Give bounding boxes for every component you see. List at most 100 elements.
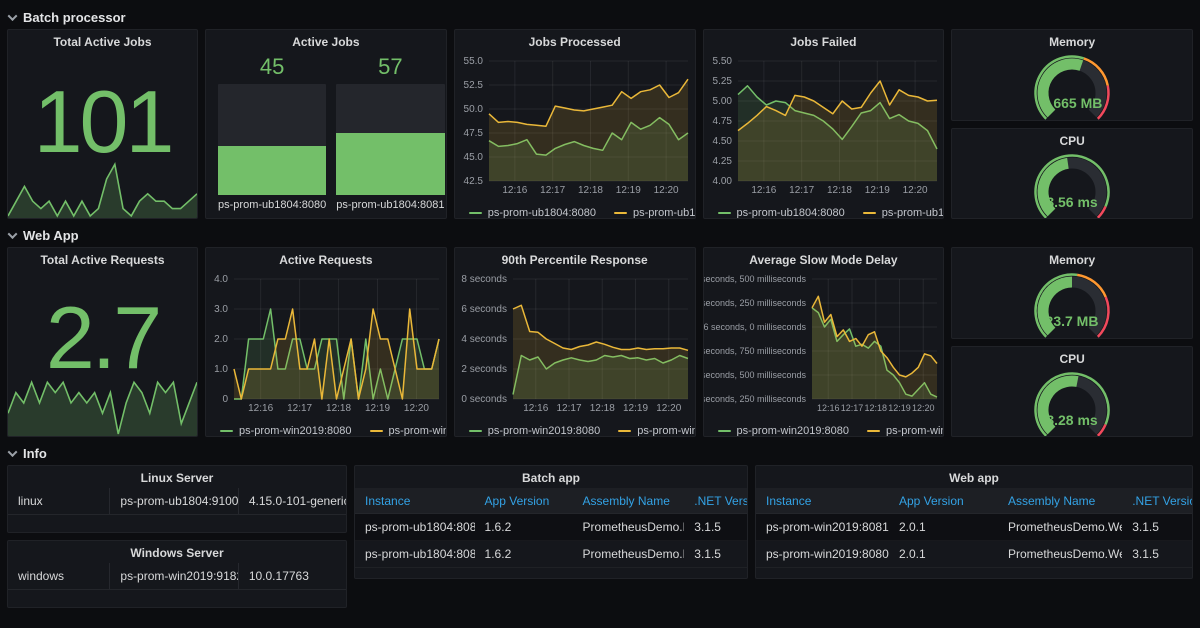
svg-text:12:19: 12:19 [623,403,648,414]
svg-text:8 seconds: 8 seconds [461,274,507,285]
panel-title[interactable]: Active Requests [206,248,446,270]
timeseries-chart[interactable]: 0 seconds 2 seconds 4 seconds 6 seconds 8 se… [455,270,695,420]
panel-jobs-failed: Jobs Failed 4.00 4.25 4.50 4.75 5.00 5.25 5.50… [702,29,945,219]
dashboard: Batch processor Total Active Jobs 101 Ac… [0,0,1200,608]
timeseries-plot[interactable]: 4.00 4.25 4.50 4.75 5.00 5.25 5.50 12:16 12:17 12… [704,52,944,197]
table-cell: ps-prom-win2019:8080 [766,547,889,561]
svg-text:4.75: 4.75 [712,116,732,127]
row-info: Linux Server linux ps-prom-ub1804:9100 4.1… [7,465,1193,608]
svg-text:4.00: 4.00 [712,176,732,187]
legend-item[interactable]: ps-prom-win2019:8081 [867,425,943,436]
table-column-header[interactable]: App Version [475,494,573,508]
timeseries-plot[interactable]: 0 seconds 2 seconds 4 seconds 6 seconds 8 se… [455,270,695,415]
svg-text:12:17: 12:17 [540,185,565,196]
legend-item[interactable]: ps-prom-ub1804:8080 [468,206,597,219]
table-cell: linux [18,494,43,508]
timeseries-plot[interactable]: 42.5 45.0 47.5 50.0 52.5 55.0 12:16 12:17 12:18 1… [455,52,695,197]
panel-title[interactable]: 90th Percentile Response [455,248,695,270]
table-column-header[interactable]: .NET Version [1122,494,1192,508]
row-batch: Total Active Jobs 101 Active Jobs 45 ps-p… [7,29,1193,219]
legend-item[interactable]: ps-prom-win2019:8080 [220,424,352,437]
panel-title[interactable]: Memory [952,248,1192,270]
stat-value: 101 [33,71,175,171]
svg-text:12:17: 12:17 [556,403,581,414]
legend-item[interactable]: ps-prom-win2019:8081 [618,425,695,436]
table-cell: ps-prom-ub1804:9100 [109,488,238,514]
panel-title[interactable]: Total Active Jobs [8,30,197,52]
svg-text:0: 0 [222,394,228,405]
timeseries-plot[interactable]: 0 1.0 2.0 3.0 4.0 12:16 12:17 12:18 12:19 12:20 [206,270,446,415]
table-cell: windows [18,569,65,583]
panel-title[interactable]: CPU [952,129,1192,151]
table-column-header[interactable]: Assembly Name [573,494,685,508]
legend-series-swatch [717,429,731,432]
table-column-header[interactable]: Instance [355,494,475,508]
timeseries-chart[interactable]: 4.00 4.25 4.50 4.75 5.00 5.25 5.50 12:16 12:17 12… [704,52,944,202]
panel-title[interactable]: Total Active Requests [8,248,197,270]
gauge: 5.665 MB [992,52,1152,120]
table-column-header[interactable]: App Version [889,494,998,508]
svg-text:12:19: 12:19 [888,403,911,413]
legend-series-swatch [369,429,383,432]
table-cell: ps-prom-ub1804:8080 [365,520,475,534]
panel-title[interactable]: Batch app [355,466,747,488]
legend-series-name: ps-prom-ub1804:8080 [487,206,597,219]
panel-title[interactable]: Active Jobs [206,30,446,52]
table: Instance App Version Assembly Name .NET Ver… [756,488,1192,568]
legend-item[interactable]: ps-prom-ub1804:8081 [614,207,695,218]
timeseries-chart[interactable]: 0 1.0 2.0 3.0 4.0 12:16 12:17 12:18 12:19 12:20 [206,270,446,420]
section-header-batch-processor[interactable]: Batch processor [7,6,1193,29]
panel-title[interactable]: Memory [952,30,1192,52]
panel-title[interactable]: Web app [756,466,1192,488]
table-cell: ps-prom-win2019:9182 [109,563,238,589]
legend-item[interactable]: ps-prom-ub1804:8080 [717,207,845,218]
svg-text:0 seconds: 0 seconds [461,394,507,405]
svg-text:12:20: 12:20 [902,185,927,196]
table-header-row: Instance App Version Assembly Name .NET Ver… [756,488,1192,514]
legend-series-swatch [468,211,482,214]
panel-title[interactable]: Windows Server [8,541,346,563]
svg-text:12:20: 12:20 [912,403,935,413]
bar-gauge-value: 57 [378,54,403,79]
section-header-info[interactable]: Info [7,442,1193,465]
panel-title[interactable]: CPU [952,347,1192,369]
table-column-header[interactable]: Instance [756,494,889,508]
svg-text:4 seconds: 4 seconds [461,334,507,345]
panel-web-memory: Memory 23.7 MB [951,247,1193,339]
table-header-row: Instance App Version Assembly Name .NET Ver… [355,488,747,514]
bar-gauge-fill [336,133,445,195]
bar-gauge-label: ps-prom-ub1804:8080 [218,199,327,211]
bar-gauge-item: 57 ps-prom-ub1804:8081 [336,54,445,214]
legend-series-name: ps-prom-win2019:8080 [239,424,352,437]
table: Instance App Version Assembly Name .NET Ver… [355,488,747,568]
panel-title[interactable]: Jobs Processed [455,30,695,52]
legend-item[interactable]: ps-prom-ub1804:8081 [862,207,943,218]
timeseries-chart[interactable]: 5 seconds, 250 milliseconds 5 seconds, 50… [704,270,944,420]
bar-gauge: 45 ps-prom-ub1804:8080 57 ps-prom-ub1804:80… [206,52,446,218]
legend-series-name: ps-prom-win2019:8080 [736,424,850,437]
legend-series-swatch [867,429,881,432]
server-tables-column: Linux Server linux ps-prom-ub1804:9100 4.1… [7,465,347,608]
svg-text:12:19: 12:19 [365,403,390,414]
bar-gauge-track [336,84,445,195]
bar-gauge-fill [218,146,327,195]
gauge-column-batch: Memory 5.665 MB CPU 3.56 ms [951,29,1193,219]
table-cell: PrometheusDemo.Web [1007,520,1123,534]
timeseries-chart[interactable]: 42.5 45.0 47.5 50.0 52.5 55.0 12:16 12:17 12:18 1… [455,52,695,202]
panel-active-requests: Active Requests 0 1.0 2.0 3.0 4.0 12:16 12:17 1… [205,247,447,437]
table-row: ps-prom-ub1804:8081 1.6.2 PrometheusDemo.B… [355,541,747,568]
panel-title[interactable]: Linux Server [8,466,346,488]
timeseries-plot[interactable]: 5 seconds, 250 milliseconds 5 seconds, 50… [704,270,944,415]
gauge: 3.28 ms [992,369,1152,437]
legend-item[interactable]: ps-prom-win2019:8080 [468,425,600,436]
svg-text:6 seconds: 6 seconds [461,304,507,315]
table-column-header[interactable]: .NET Version [684,494,747,508]
panel-web-cpu: CPU 3.28 ms [951,345,1193,437]
table-cell: 2.0.1 [898,520,926,534]
section-header-web-app[interactable]: Web App [7,224,1193,247]
legend-item[interactable]: ps-prom-win2019:8080 [717,424,850,437]
panel-title[interactable]: Average Slow Mode Delay [704,248,944,270]
table-column-header[interactable]: Assembly Name [998,494,1122,508]
legend-item[interactable]: ps-prom-win2019:8081 [369,425,446,436]
panel-title[interactable]: Jobs Failed [704,30,944,52]
